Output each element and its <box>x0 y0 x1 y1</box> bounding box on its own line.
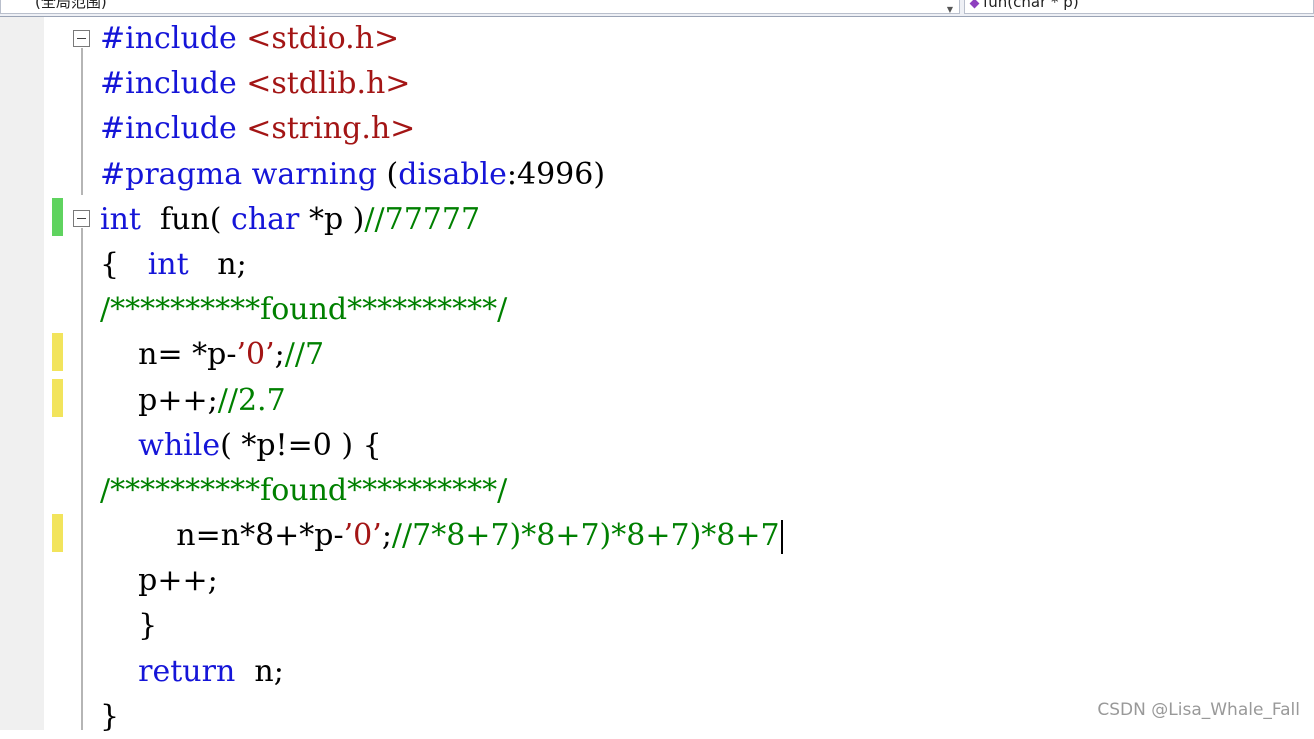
code-token: { <box>100 246 148 282</box>
code-token: ’0’ <box>236 337 275 373</box>
code-token: n= *p- <box>100 337 237 373</box>
code-token: int <box>147 246 189 282</box>
code-token: p++; <box>100 563 218 599</box>
code-token: //2.7 <box>217 382 286 418</box>
code-token: /**********found**********/ <box>100 292 508 328</box>
code-token: *p ) <box>299 201 365 237</box>
code-line[interactable]: #pragma warning (disable:4996) <box>100 152 783 197</box>
code-token: //7 <box>284 337 325 373</box>
member-dropdown-label: fun(char * p) <box>983 0 1079 11</box>
code-line[interactable]: n= *p-’0’;//7 <box>100 332 783 377</box>
code-line[interactable]: } <box>100 603 783 648</box>
navigation-bar: (全局范围) ▼ fun(char * p) <box>0 0 1314 17</box>
member-dropdown[interactable]: fun(char * p) <box>964 0 1314 14</box>
code-line[interactable]: n=n*8+*p-’0’;//7*8+7)*8+7)*8+7)*8+7 <box>100 513 783 558</box>
code-token: //7*8+7)*8+7)*8+7)*8+7 <box>391 518 780 554</box>
fold-toggle-icon[interactable] <box>73 30 90 47</box>
code-token: int <box>100 201 141 237</box>
change-mark-unsaved <box>52 514 63 552</box>
code-token: ( *p!=0 ) { <box>220 427 382 463</box>
code-token: #include <box>100 111 247 147</box>
code-token: return <box>138 653 236 689</box>
code-token: ( <box>386 156 399 192</box>
fold-guide-line <box>81 228 83 730</box>
code-token: n; <box>188 246 247 282</box>
code-token: ; <box>274 337 285 373</box>
code-token: :4996) <box>506 156 606 192</box>
code-line[interactable]: while( *p!=0 ) { <box>100 423 783 468</box>
code-token: p++; <box>100 382 218 418</box>
code-token: #pragma warning <box>100 156 387 192</box>
code-line[interactable]: p++; <box>100 558 783 603</box>
code-token: fun( <box>140 201 232 237</box>
code-token: #include <box>100 21 247 56</box>
fold-guide-line <box>81 48 83 195</box>
code-token: n; <box>235 653 284 689</box>
fold-toggle-icon[interactable] <box>73 210 90 227</box>
code-token: } <box>100 698 120 734</box>
code-line[interactable]: { int n; <box>100 242 783 287</box>
code-token: while <box>138 427 221 463</box>
code-line[interactable]: #include <string.h> <box>100 106 783 151</box>
change-mark-saved <box>52 198 63 236</box>
change-mark-unsaved <box>52 379 63 417</box>
code-line[interactable]: } <box>100 694 783 739</box>
code-line[interactable]: p++;//2.7 <box>100 378 783 423</box>
code-line[interactable]: /**********found**********/ <box>100 287 783 332</box>
text-caret <box>780 520 783 555</box>
code-token: <string.h> <box>246 111 416 147</box>
code-token: <stdio.h> <box>246 21 400 56</box>
line-gutter[interactable] <box>0 17 44 730</box>
code-token: disable <box>398 156 507 192</box>
function-icon <box>969 0 980 9</box>
code-line[interactable]: #include <stdio.h> <box>100 16 783 61</box>
code-line[interactable]: #include <stdlib.h> <box>100 61 783 106</box>
code-token: #include <box>100 66 247 102</box>
change-mark-unsaved <box>52 333 63 371</box>
code-token: ’0’ <box>343 518 382 554</box>
chevron-down-icon[interactable]: ▼ <box>947 0 953 16</box>
code-token: n=n*8+*p- <box>100 518 344 554</box>
code-token: char <box>231 201 300 237</box>
watermark: CSDN @Lisa_Whale_Fall <box>1097 700 1300 720</box>
code-line[interactable]: return n; <box>100 649 783 694</box>
code-line[interactable]: int fun( char *p )//77777 <box>100 197 783 242</box>
code-line[interactable]: /**********found**********/ <box>100 468 783 513</box>
code-token: /**********found**********/ <box>100 472 508 508</box>
code-token: } <box>100 608 158 644</box>
code-editor[interactable]: #include <stdio.h> #include <stdlib.h> #in… <box>100 16 783 739</box>
code-token: //77777 <box>364 201 481 237</box>
scope-dropdown[interactable]: (全局范围) ▼ <box>0 0 960 14</box>
code-token: ; <box>381 518 392 554</box>
code-token: <stdlib.h> <box>246 66 411 102</box>
scope-dropdown-label: (全局范围) <box>35 0 107 11</box>
